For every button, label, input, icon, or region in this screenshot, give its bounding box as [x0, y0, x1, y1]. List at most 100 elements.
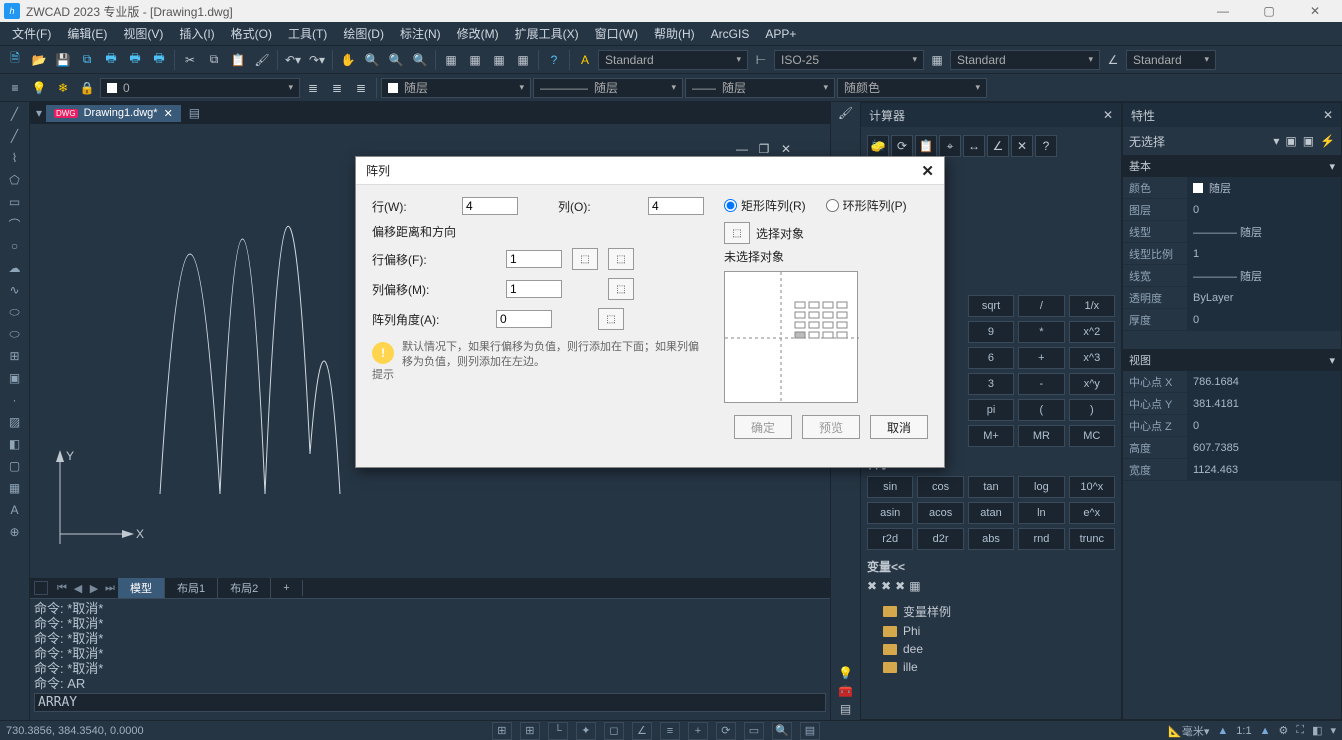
props-row[interactable]: 宽度1124.463 — [1123, 459, 1341, 481]
snap-grid-icon[interactable]: ⊞ — [492, 722, 512, 740]
open-icon[interactable]: 📂 — [28, 49, 50, 71]
calc-key[interactable]: ) — [1069, 399, 1115, 421]
cycle-icon[interactable]: ⟳ — [716, 722, 736, 740]
menu-draw[interactable]: 绘图(D) — [335, 23, 392, 44]
props-value[interactable]: ByLayer — [1187, 287, 1341, 308]
calc-key[interactable]: pi — [968, 399, 1014, 421]
var-new-icon[interactable]: ✖ — [867, 579, 877, 593]
tabs-chevron-icon[interactable]: ▾ — [36, 106, 42, 120]
anno2-icon[interactable]: ▲ — [1260, 725, 1271, 737]
menu-insert[interactable]: 插入(I) — [171, 23, 222, 44]
block-icon[interactable]: ▣ — [4, 368, 26, 388]
light-icon[interactable]: 💡 — [838, 666, 853, 680]
quick-icon[interactable]: ▣ — [1303, 134, 1314, 148]
dim-style-combo[interactable]: ISO-25▾ — [774, 50, 924, 70]
unit-label[interactable]: 📐毫米▾ — [1168, 723, 1209, 739]
otrack-icon[interactable]: ∠ — [632, 722, 652, 740]
calc-key[interactable]: / — [1018, 295, 1064, 317]
cancel-button[interactable]: 取消 — [870, 415, 928, 439]
props-row[interactable]: 中心点 Z0 — [1123, 415, 1341, 437]
props-close-icon[interactable]: ✕ — [1323, 108, 1333, 122]
pick-both-offset-button[interactable]: ⬚ — [608, 248, 634, 270]
revcloud-icon[interactable]: ☁ — [4, 258, 26, 278]
props-section-view[interactable]: 视图▾ — [1123, 349, 1341, 371]
propwin-icon[interactable]: ▦ — [440, 49, 462, 71]
gradient-icon[interactable]: ◧ — [4, 434, 26, 454]
layer-manager-icon[interactable]: ≡ — [4, 77, 26, 99]
pick-col-offset-button[interactable]: ⬚ — [608, 278, 634, 300]
linetype-combo[interactable]: ————随层▾ — [533, 78, 683, 98]
max-icon[interactable]: ⛶ — [1296, 724, 1304, 737]
polar-icon[interactable]: ✦ — [576, 722, 596, 740]
annoscale-icon[interactable]: ▤ — [800, 722, 820, 740]
tab-layout1[interactable]: 布局1 — [165, 578, 218, 598]
layers-panel-icon[interactable]: ▤ — [840, 702, 851, 716]
calc-key[interactable]: 10^x — [1069, 476, 1115, 498]
props-value[interactable]: 0 — [1187, 309, 1341, 330]
dialog-close-icon[interactable]: ✕ — [921, 162, 934, 180]
paste-icon[interactable]: 📋 — [227, 49, 249, 71]
doc-min-icon[interactable]: — — [733, 141, 751, 157]
plotpreview-icon[interactable]: 🖶 — [124, 49, 146, 71]
props-value[interactable]: 1124.463 — [1187, 459, 1341, 480]
menu-file[interactable]: 文件(F) — [4, 23, 59, 44]
cut-icon[interactable]: ✂ — [179, 49, 201, 71]
tree-item[interactable]: 变量样例 — [867, 601, 1115, 622]
rect-icon[interactable]: ▭ — [4, 192, 26, 212]
calc-paste-icon[interactable]: 📋 — [915, 135, 937, 157]
col-offset-input[interactable] — [506, 280, 562, 298]
bycolor-combo[interactable]: 随颜色▾ — [837, 78, 987, 98]
calc-key[interactable]: 6 — [968, 347, 1014, 369]
pick-icon[interactable]: ▣ — [1285, 134, 1296, 148]
anno-icon[interactable]: ▲ — [1217, 725, 1228, 737]
props-row[interactable]: 中心点 X786.1684 — [1123, 371, 1341, 393]
tab-first[interactable]: ⏮ — [54, 580, 70, 596]
tab-last[interactable]: ⏭ — [102, 580, 118, 596]
props-row[interactable]: 线宽———— 随层 — [1123, 265, 1341, 287]
rect-array-radio[interactable]: 矩形阵列(R) — [724, 197, 806, 214]
zoom-rt-icon[interactable]: 🔍 — [361, 49, 383, 71]
doc-close-icon[interactable]: ✕ — [777, 141, 795, 157]
menu-view[interactable]: 视图(V) — [115, 23, 171, 44]
undo-icon[interactable]: ↶▾ — [282, 49, 304, 71]
mleader-icon[interactable]: ∠ — [1102, 49, 1124, 71]
calc-key[interactable]: 9 — [968, 321, 1014, 343]
color-combo[interactable]: 随层▾ — [381, 78, 531, 98]
calc-key[interactable]: tan — [968, 476, 1014, 498]
calc-key[interactable]: atan — [968, 502, 1014, 524]
select-objects-button[interactable]: ⬚ — [724, 222, 750, 244]
calc-dist-icon[interactable]: ↔ — [963, 135, 985, 157]
ortho-icon[interactable]: └ — [548, 722, 568, 740]
props-value[interactable]: ———— 随层 — [1187, 221, 1341, 242]
menu-modify[interactable]: 修改(M) — [449, 23, 507, 44]
rows-input[interactable] — [462, 197, 518, 215]
calc-key[interactable]: - — [1018, 373, 1064, 395]
props-value[interactable]: ———— 随层 — [1187, 265, 1341, 286]
calc-key[interactable]: sqrt — [968, 295, 1014, 317]
matchprop-icon[interactable]: 🖌 — [251, 49, 273, 71]
brush-icon[interactable]: 🖌 — [838, 106, 853, 120]
layer-combo[interactable]: 0▾ — [100, 78, 300, 98]
spline-icon[interactable]: ∿ — [4, 280, 26, 300]
hatch-icon[interactable]: ▨ — [4, 412, 26, 432]
pline-icon[interactable]: ⌇ — [4, 148, 26, 168]
calc-key[interactable]: log — [1018, 476, 1064, 498]
line-icon[interactable]: ╱ — [4, 104, 26, 124]
gear-icon[interactable]: ⚙ — [1278, 724, 1288, 737]
save-icon[interactable]: 💾 — [52, 49, 74, 71]
calc-key[interactable]: acos — [917, 502, 963, 524]
menu-app[interactable]: APP+ — [757, 25, 804, 43]
layer-iso-icon[interactable]: ≣ — [350, 77, 372, 99]
designcenter-icon[interactable]: ▦ — [464, 49, 486, 71]
menu-help[interactable]: 帮助(H) — [646, 23, 703, 44]
zoom-win-icon[interactable]: 🔍 — [385, 49, 407, 71]
filter-icon[interactable]: ⚡ — [1320, 134, 1335, 148]
tab-add[interactable]: + — [271, 580, 302, 596]
redo-icon[interactable]: ↷▾ — [306, 49, 328, 71]
calc-key[interactable]: x^3 — [1069, 347, 1115, 369]
model-icon[interactable]: ▭ — [744, 722, 764, 740]
dyn-icon[interactable]: + — [688, 722, 708, 740]
pick-angle-button[interactable]: ⬚ — [598, 308, 624, 330]
angle-input[interactable] — [496, 310, 552, 328]
calc-intersect-icon[interactable]: ✕ — [1011, 135, 1033, 157]
